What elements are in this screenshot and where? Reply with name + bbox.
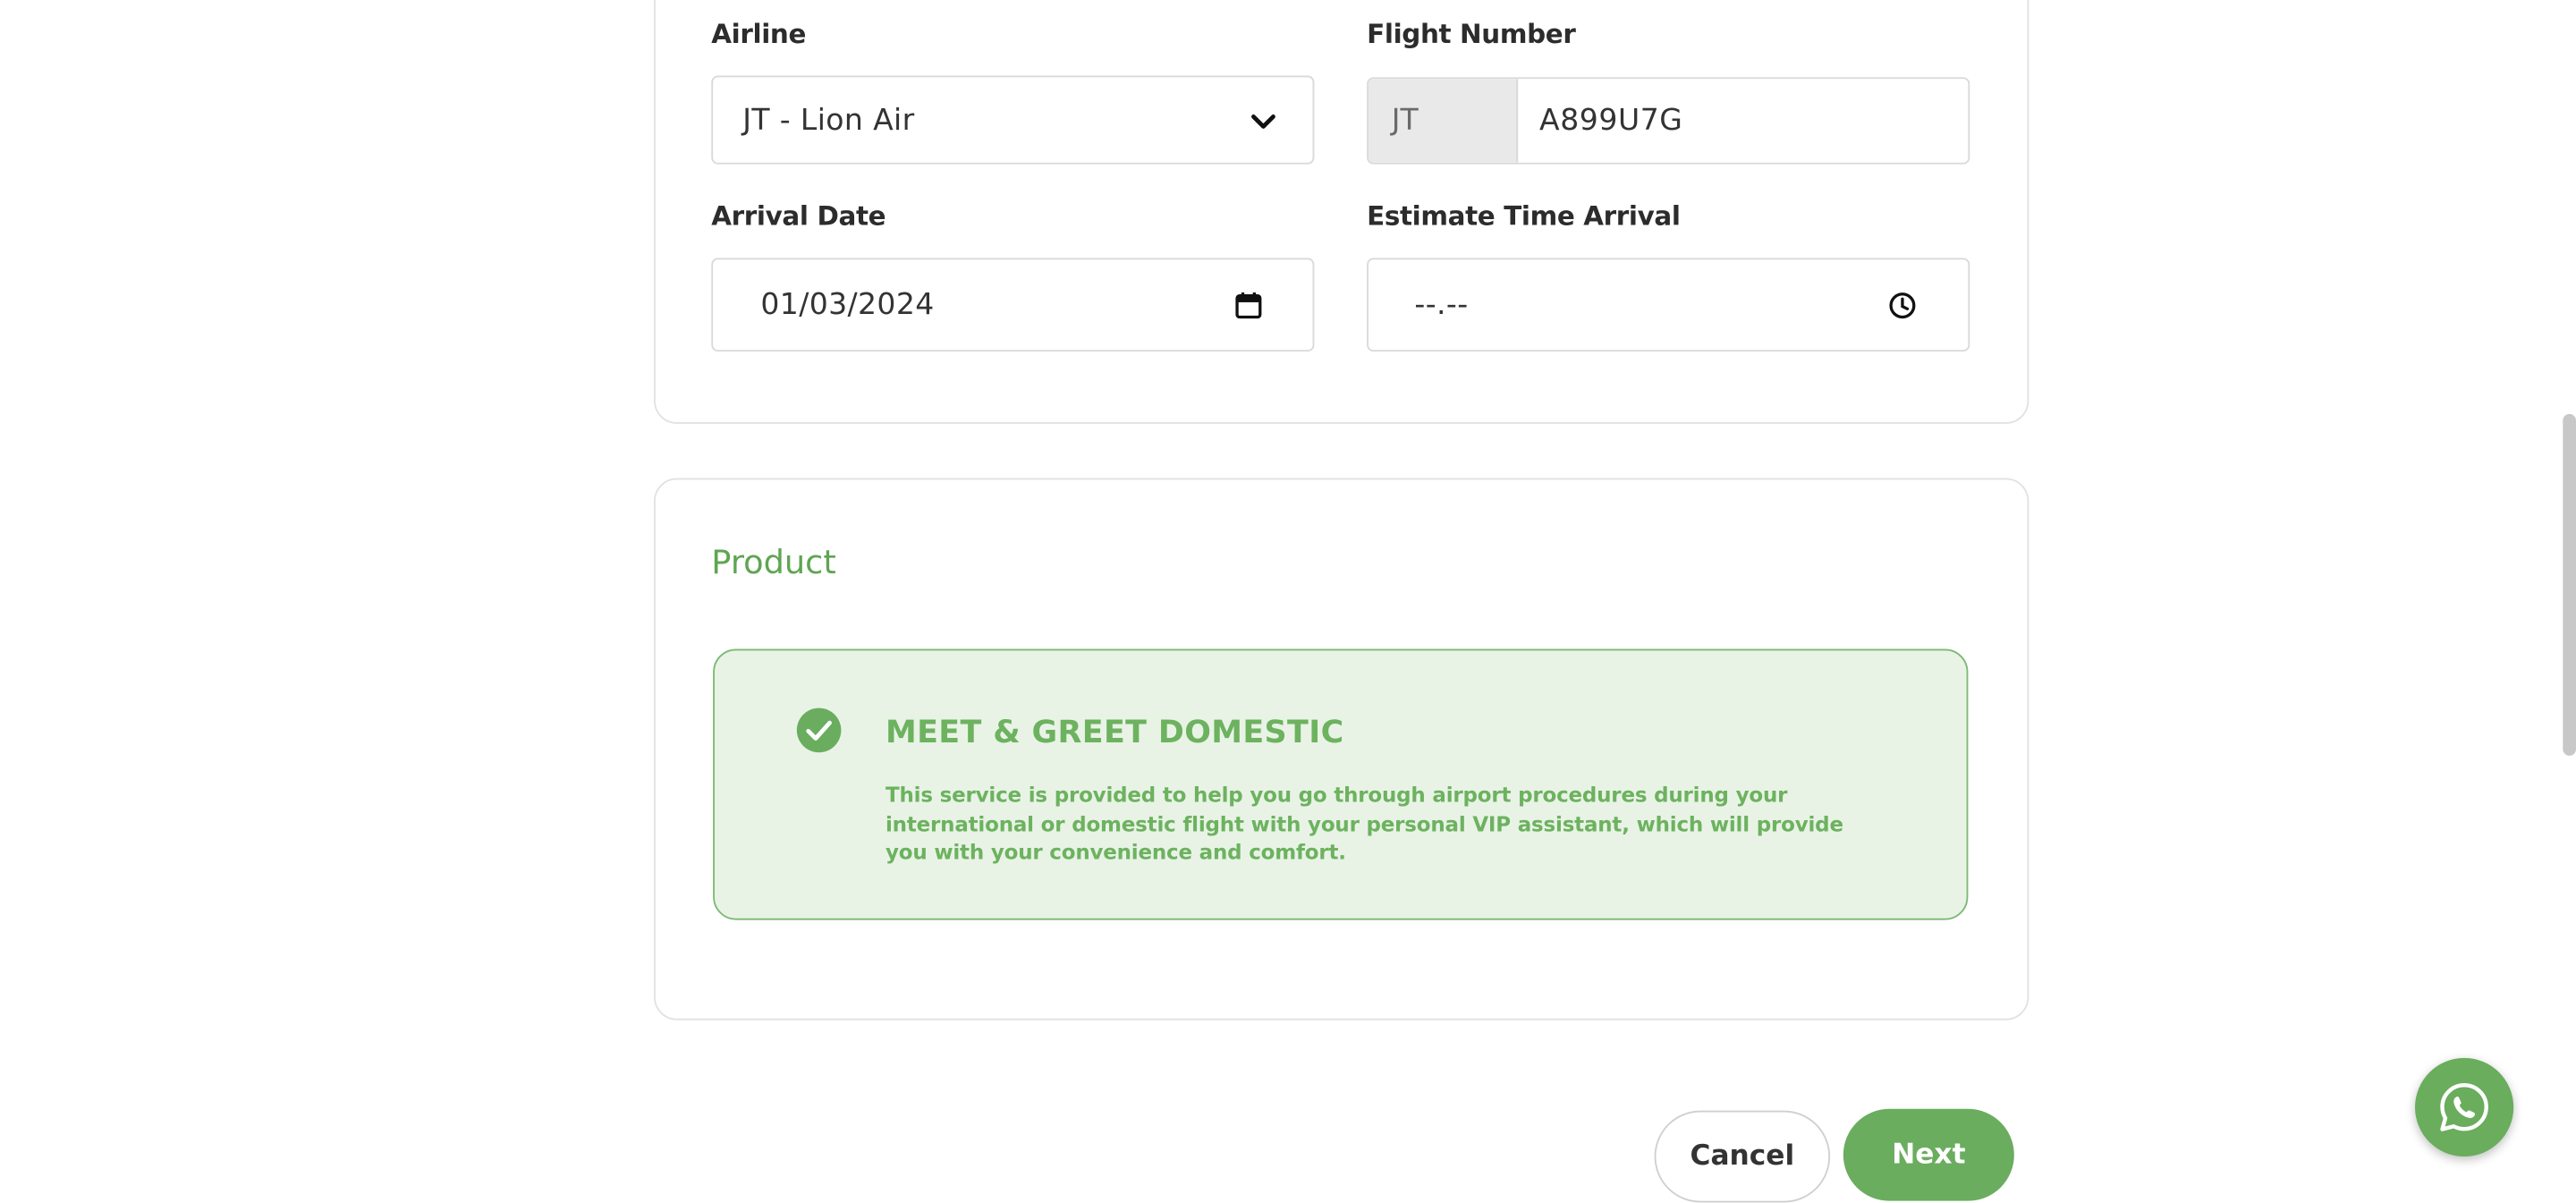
whatsapp-icon <box>2440 1082 2488 1131</box>
page: Airline JT - Lion Air Flight Number JT A… <box>0 0 2576 1203</box>
flight-number-input[interactable]: A899U7G <box>1518 104 1682 139</box>
scrollbar-thumb[interactable] <box>2563 413 2576 756</box>
eta-value: --.-- <box>1414 287 1469 323</box>
eta-input[interactable]: --.-- <box>1367 258 1970 352</box>
arrival-date-input[interactable]: 01/03/2024 <box>711 258 1315 352</box>
flight-number-prefix-text: JT <box>1391 103 1419 139</box>
arrival-date-label: Arrival Date <box>711 200 886 232</box>
eta-label: Estimate Time Arrival <box>1367 200 1681 232</box>
cancel-button[interactable]: Cancel <box>1654 1110 1831 1203</box>
next-button[interactable]: Next <box>1843 1108 2014 1201</box>
whatsapp-chat-button[interactable] <box>2415 1057 2514 1157</box>
check-circle-icon <box>796 707 842 753</box>
product-description: This service is provided to help you go … <box>886 782 1843 865</box>
clock-icon[interactable] <box>1887 291 1917 320</box>
arrival-date-value: 01/03/2024 <box>760 287 935 323</box>
flight-number-group: JT A899U7G <box>1367 77 1970 165</box>
product-section-title: Product <box>711 542 836 582</box>
product-title: MEET & GREET DOMESTIC <box>886 714 1344 751</box>
airline-label: Airline <box>711 18 807 50</box>
airline-select[interactable]: JT - Lion Air <box>711 75 1315 165</box>
calendar-icon[interactable] <box>1233 291 1263 320</box>
airline-selected-value: JT - Lion Air <box>742 102 915 138</box>
flight-number-label: Flight Number <box>1367 18 1576 50</box>
chevron-down-icon <box>1251 114 1275 129</box>
flight-number-prefix: JT <box>1368 79 1519 163</box>
